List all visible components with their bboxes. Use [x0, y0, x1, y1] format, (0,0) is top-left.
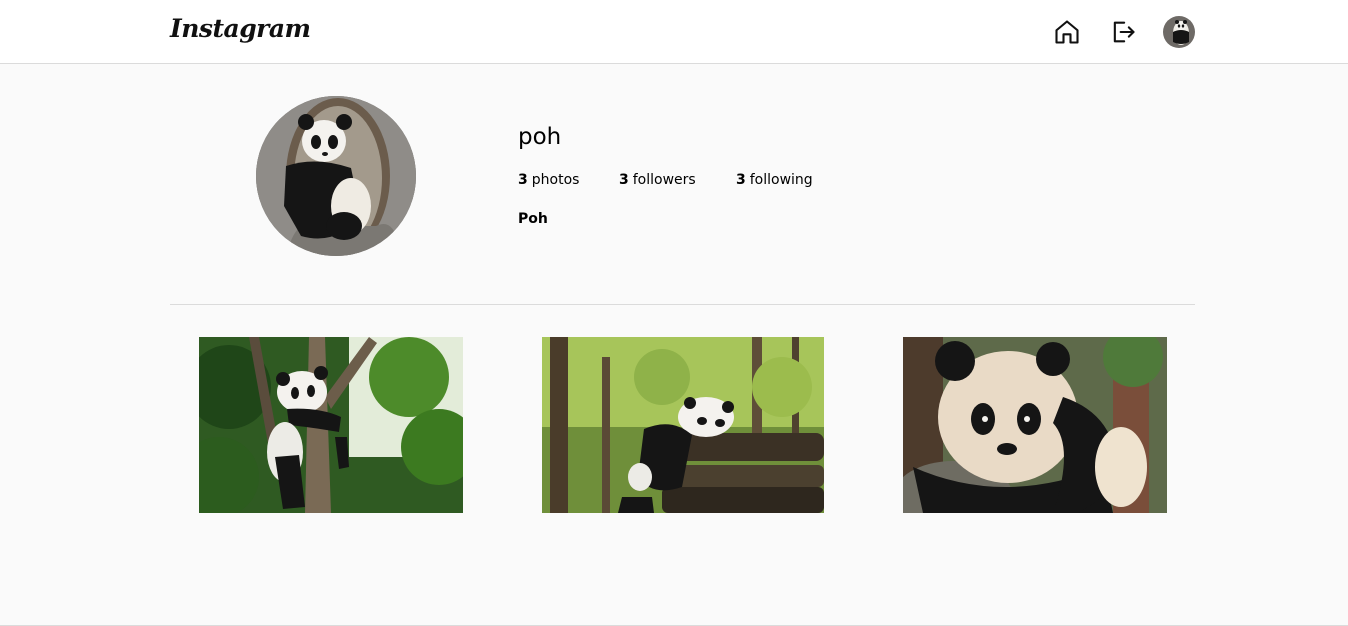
profile-header: poh 3 photos 3 followers 3 following Poh — [170, 64, 1195, 305]
stat-followers[interactable]: 3 followers — [619, 172, 736, 188]
photo-grid-item[interactable] — [199, 337, 463, 513]
logout-button[interactable] — [1107, 16, 1139, 48]
profile-avatar — [256, 96, 416, 256]
stat-photos-label: photos — [531, 172, 580, 188]
stat-photos-count: 3 — [518, 172, 528, 188]
panda-on-logs-photo — [542, 337, 824, 513]
panda-close-up-photo — [903, 337, 1167, 513]
stat-following-label: following — [749, 172, 813, 188]
stat-following[interactable]: 3 following — [736, 172, 813, 188]
photo-grid-item[interactable] — [542, 337, 824, 513]
user-avatar-button[interactable] — [1163, 16, 1195, 48]
profile-full-name: Poh — [518, 211, 548, 227]
logout-icon — [1113, 21, 1135, 43]
stat-followers-label: followers — [632, 172, 696, 188]
profile-avatar-panda-image — [256, 96, 416, 256]
photo-grid-item[interactable] — [903, 337, 1167, 513]
home-icon — [1055, 20, 1079, 44]
home-button[interactable] — [1051, 16, 1083, 48]
top-navbar: Instagram — [0, 0, 1348, 64]
instagram-logo[interactable]: Instagram — [170, 14, 311, 43]
profile-stats: 3 photos 3 followers 3 following — [518, 172, 813, 188]
profile-username: poh — [518, 124, 562, 150]
panda-in-tree-photo — [199, 337, 463, 513]
stat-following-count: 3 — [736, 172, 746, 188]
stat-followers-count: 3 — [619, 172, 629, 188]
avatar-panda-image — [1163, 16, 1195, 48]
stat-photos: 3 photos — [518, 172, 619, 188]
